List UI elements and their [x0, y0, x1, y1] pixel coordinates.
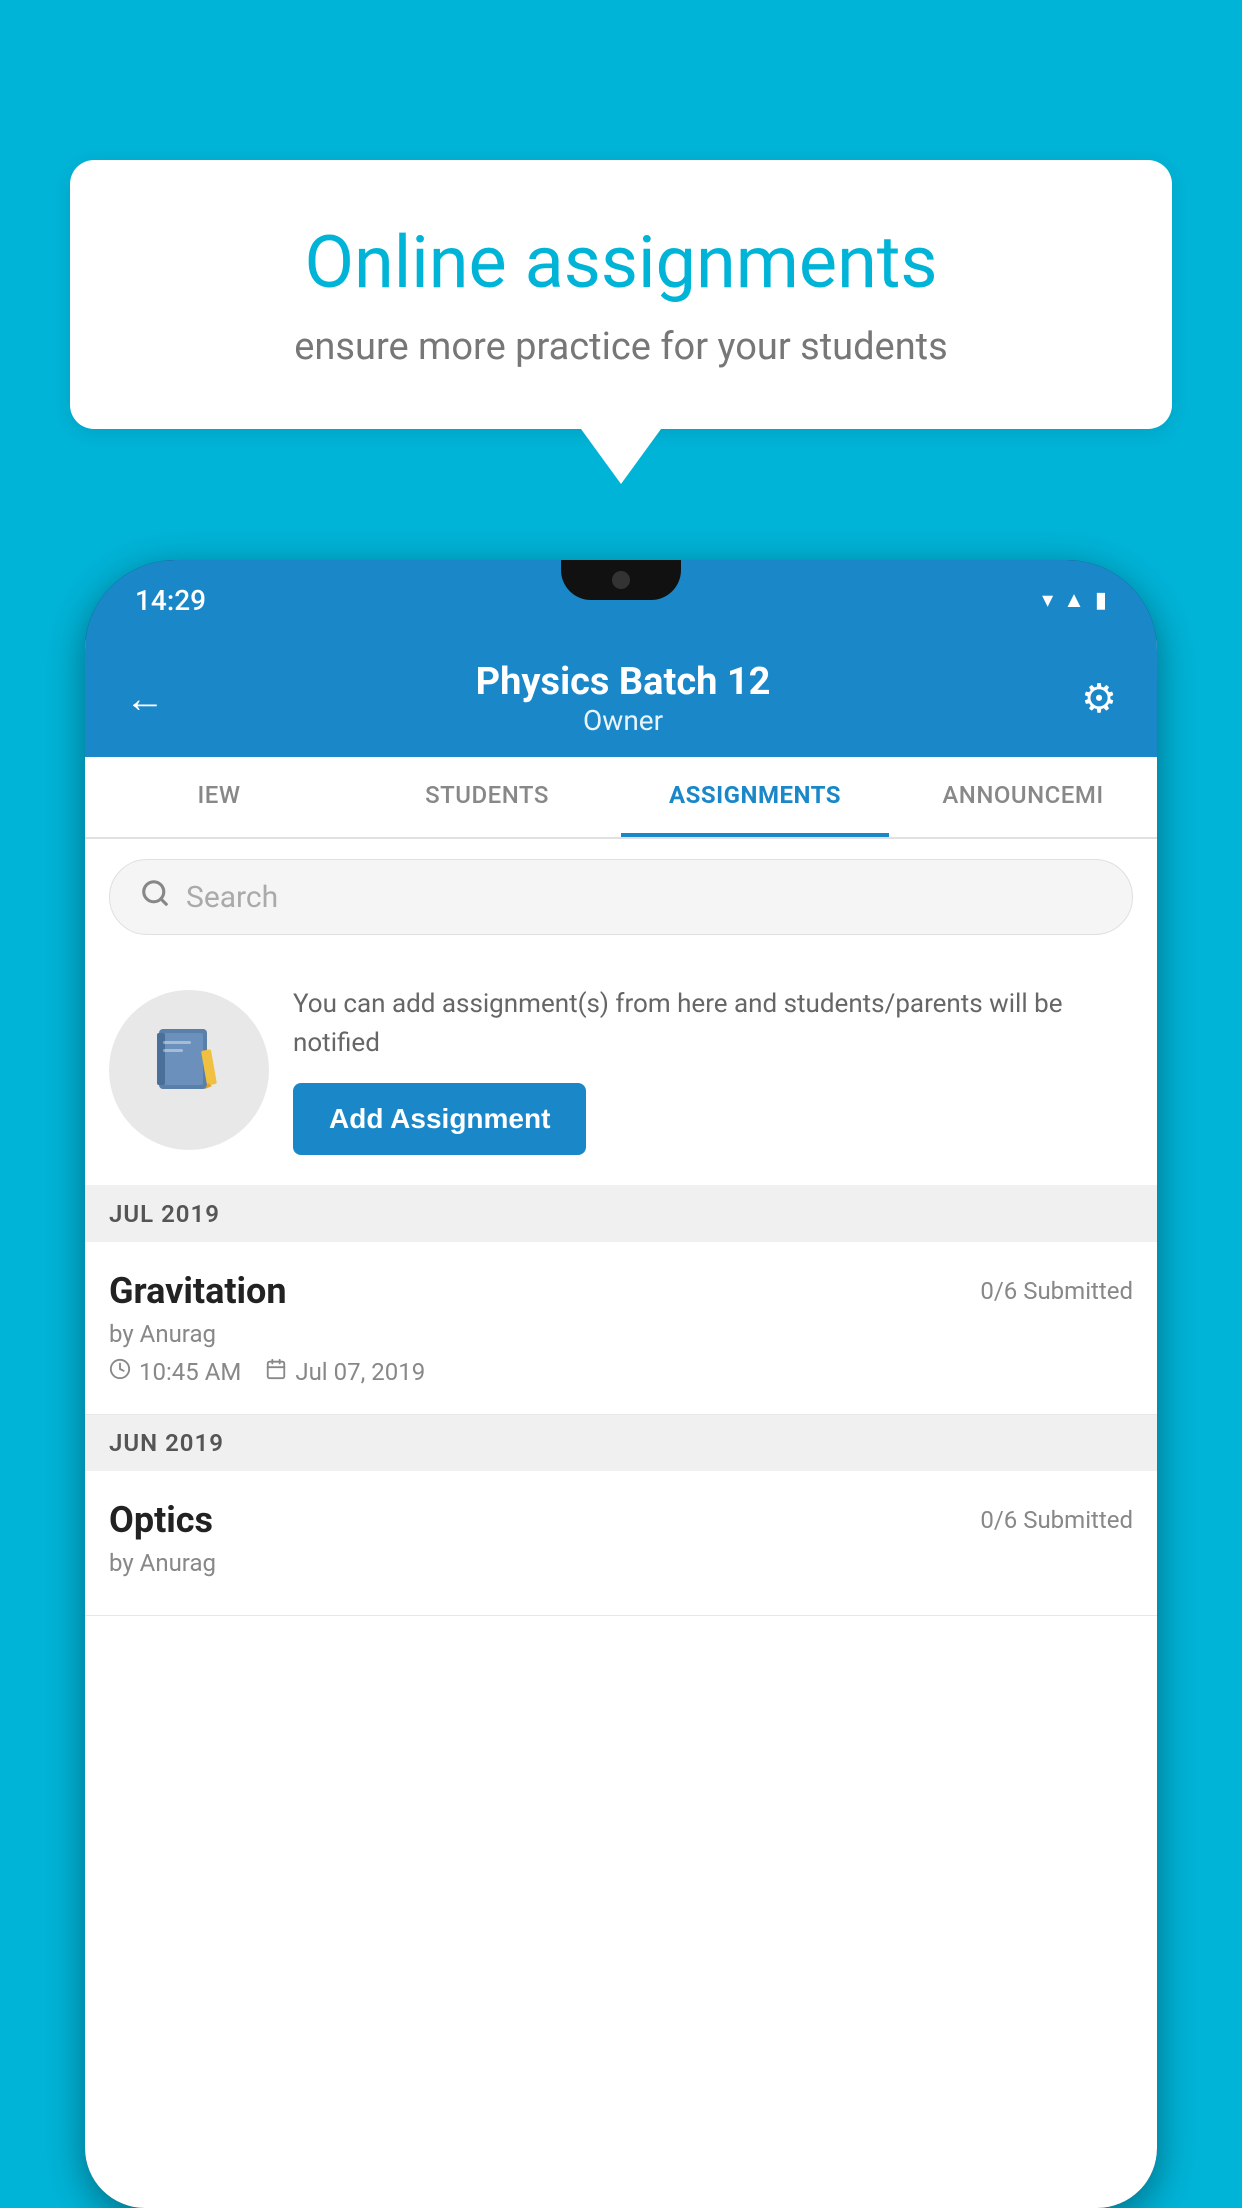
- speech-bubble-title: Online assignments: [140, 220, 1102, 305]
- assignment-submitted: 0/6 Submitted: [980, 1277, 1133, 1305]
- assignment-item-gravitation[interactable]: Gravitation 0/6 Submitted by Anurag 10:4…: [85, 1242, 1157, 1415]
- add-assignment-button[interactable]: Add Assignment: [293, 1083, 586, 1155]
- settings-icon[interactable]: ⚙: [1081, 675, 1117, 722]
- section-header-jul: JUL 2019: [85, 1186, 1157, 1242]
- assignment-name-optics: Optics: [109, 1499, 213, 1541]
- assignment-time: 10:45 AM: [139, 1358, 241, 1386]
- assignment-top-row: Gravitation 0/6 Submitted: [109, 1270, 1133, 1312]
- promo-section: You can add assignment(s) from here and …: [85, 955, 1157, 1186]
- search-input-wrapper[interactable]: Search: [109, 859, 1133, 935]
- status-time: 14:29: [135, 584, 206, 617]
- time-meta: 10:45 AM: [109, 1358, 241, 1386]
- tabs-bar: IEW STUDENTS ASSIGNMENTS ANNOUNCEMI: [85, 757, 1157, 839]
- camera-dot: [612, 571, 630, 589]
- date-meta: Jul 07, 2019: [265, 1358, 425, 1386]
- header-title: Physics Batch 12: [476, 660, 771, 704]
- assignment-author: by Anurag: [109, 1320, 1133, 1348]
- assignment-item-optics[interactable]: Optics 0/6 Submitted by Anurag: [85, 1471, 1157, 1616]
- status-bar: 14:29 ▾ ▲ ▮: [85, 560, 1157, 640]
- speech-bubble: Online assignments ensure more practice …: [70, 160, 1172, 429]
- promo-description: You can add assignment(s) from here and …: [293, 985, 1133, 1063]
- wifi-icon: ▾: [1042, 588, 1053, 613]
- promo-text-block: You can add assignment(s) from here and …: [293, 985, 1133, 1155]
- tab-students[interactable]: STUDENTS: [353, 757, 621, 837]
- clock-icon: [109, 1358, 131, 1386]
- tab-assignments[interactable]: ASSIGNMENTS: [621, 757, 889, 837]
- assignment-submitted-optics: 0/6 Submitted: [980, 1506, 1133, 1534]
- phone-notch: [561, 560, 681, 600]
- app-screen: ← Physics Batch 12 Owner ⚙ IEW STUDENTS …: [85, 640, 1157, 2208]
- tab-announcements[interactable]: ANNOUNCEMI: [889, 757, 1157, 837]
- speech-bubble-container: Online assignments ensure more practice …: [70, 160, 1172, 484]
- tab-iew[interactable]: IEW: [85, 757, 353, 837]
- notebook-icon: [149, 1021, 229, 1119]
- app-header: ← Physics Batch 12 Owner ⚙: [85, 640, 1157, 757]
- assignment-meta: 10:45 AM Jul 07, 2019: [109, 1358, 1133, 1386]
- speech-bubble-tail: [581, 429, 661, 484]
- assignment-name: Gravitation: [109, 1270, 287, 1312]
- back-button[interactable]: ←: [125, 675, 165, 722]
- assignment-top-row-optics: Optics 0/6 Submitted: [109, 1499, 1133, 1541]
- section-header-jun: JUN 2019: [85, 1415, 1157, 1471]
- assignment-date: Jul 07, 2019: [295, 1358, 425, 1386]
- assignment-author-optics: by Anurag: [109, 1549, 1133, 1577]
- status-icons: ▾ ▲ ▮: [1042, 587, 1107, 613]
- signal-icon: ▲: [1063, 587, 1085, 613]
- header-center: Physics Batch 12 Owner: [476, 660, 771, 737]
- notebook-icon-circle: [109, 990, 269, 1150]
- search-icon: [140, 878, 170, 916]
- search-placeholder: Search: [186, 880, 278, 915]
- battery-icon: ▮: [1095, 588, 1107, 613]
- calendar-icon: [265, 1358, 287, 1386]
- header-subtitle: Owner: [476, 704, 771, 737]
- phone-frame: 14:29 ▾ ▲ ▮ ← Physics Batch 12 Owner ⚙ I…: [85, 560, 1157, 2208]
- search-container: Search: [85, 839, 1157, 955]
- speech-bubble-subtitle: ensure more practice for your students: [140, 325, 1102, 369]
